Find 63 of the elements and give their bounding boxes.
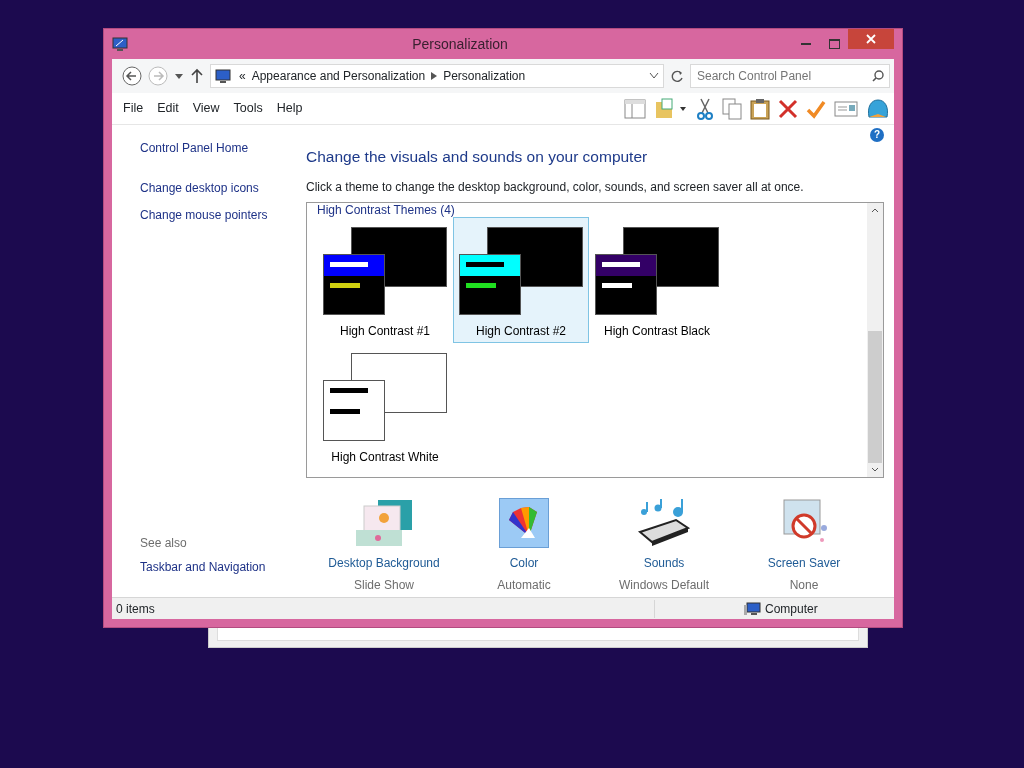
up-arrow-icon[interactable] (190, 68, 204, 84)
theme-tile[interactable]: High Contrast Black (589, 217, 725, 344)
theme-name: High Contrast #2 (475, 323, 566, 341)
back-icon[interactable] (122, 66, 142, 86)
menu-item[interactable]: File (116, 99, 151, 118)
dropdown-icon[interactable] (174, 71, 184, 81)
theme-tile[interactable]: High Contrast #1 (317, 217, 453, 344)
item-count: 0 items (116, 600, 155, 618)
photo-stack-icon (354, 498, 414, 549)
theme-tile[interactable]: High Contrast #2 (453, 217, 589, 344)
dropdown-icon[interactable] (649, 72, 659, 80)
theme-name: High Contrast White (331, 449, 439, 467)
menu-item[interactable]: Edit (150, 99, 186, 118)
refresh-icon[interactable] (670, 69, 684, 83)
chevron-icon (431, 72, 438, 80)
setting-link[interactable]: Desktop Background (328, 554, 440, 573)
sidebar-link[interactable]: Taskbar and Navigation (140, 558, 306, 576)
close-icon (866, 34, 876, 44)
theme-name: High Contrast Black (603, 323, 710, 341)
breadcrumb-link[interactable]: Personalization (443, 67, 526, 85)
menu-item[interactable]: View (185, 99, 227, 118)
copy-icon[interactable] (722, 97, 742, 120)
sidebar-link[interactable]: Change desktop icons (140, 179, 306, 197)
properties-icon[interactable] (834, 99, 858, 118)
sidebar-link[interactable]: Change mouse pointers (140, 206, 306, 224)
computer-icon (743, 601, 761, 616)
address-bar[interactable]: « Appearance and Personalization Personalization (210, 64, 664, 88)
clipboard-icon[interactable] (750, 97, 770, 120)
minimize-icon (801, 43, 811, 45)
monitor-icon (215, 68, 231, 84)
setting-value: Automatic (497, 577, 551, 595)
monitor-icon (112, 36, 128, 52)
location-label: Computer (765, 600, 818, 618)
scissors-icon[interactable] (696, 97, 714, 120)
setting-value: None (789, 577, 819, 595)
overflow-chevron[interactable]: « (239, 67, 246, 85)
page-heading: Change the visuals and sounds on your computer (306, 147, 649, 167)
group-heading: High Contrast Themes (4) (317, 203, 456, 218)
maximize-icon (828, 39, 840, 49)
music-keyboard-icon (636, 498, 692, 549)
sidebar-link[interactable]: Control Panel Home (140, 139, 306, 157)
checkmark-icon[interactable] (806, 98, 826, 119)
color-fan-icon (499, 498, 549, 549)
breadcrumb-link[interactable]: Appearance and Personalization (251, 67, 426, 85)
help-button[interactable]: ? (870, 128, 884, 142)
setting-link[interactable]: Color (509, 554, 539, 573)
folder-icon[interactable] (654, 97, 688, 120)
setting-link[interactable]: Sounds (643, 554, 685, 573)
theme-tile[interactable]: High Contrast White (317, 343, 453, 470)
search-field[interactable]: Search Control Panel (690, 64, 890, 88)
setting-link[interactable]: Screen Saver (767, 554, 841, 573)
setting-value: Slide Show (353, 577, 414, 595)
delete-icon[interactable] (778, 98, 798, 119)
menu-item[interactable]: Tools (226, 99, 270, 118)
shell-icon[interactable] (866, 96, 890, 121)
menu-item[interactable]: Help (269, 99, 310, 118)
theme-name: High Contrast #1 (339, 323, 430, 341)
instruction-text: Click a theme to change the desktop background, color, sounds, and screen saver all at once. (306, 179, 805, 197)
setting-value: Windows Default (618, 577, 709, 595)
window-title: Personalization (411, 34, 509, 54)
close-button[interactable] (848, 29, 894, 49)
scrollbar[interactable] (867, 203, 883, 478)
see-also-label: See also (140, 535, 188, 552)
